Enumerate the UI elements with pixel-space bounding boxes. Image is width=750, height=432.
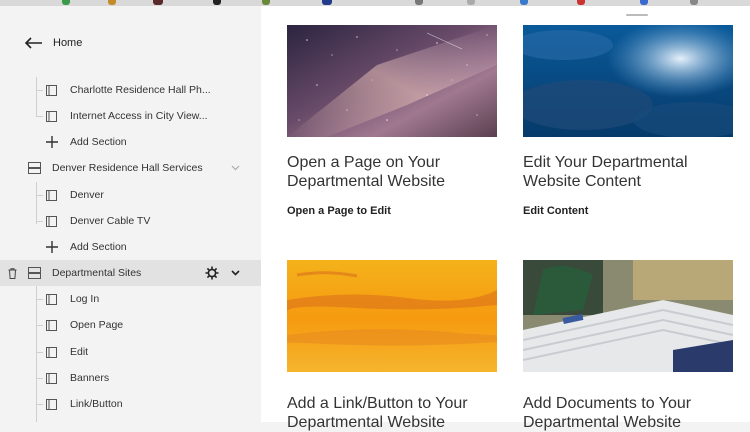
gear-icon[interactable]	[205, 266, 219, 280]
card-title: Open a Page on Your Departmental Website	[287, 154, 445, 190]
sidebar-item-label: Charlotte Residence Hall Ph...	[70, 84, 211, 96]
home-back-link[interactable]: Home	[25, 34, 82, 52]
arrow-left-icon	[25, 37, 42, 49]
sidebar-item-denver-cable-tv[interactable]: Denver Cable TV	[0, 208, 261, 234]
bookmark-icon[interactable]	[62, 0, 70, 5]
sidebar-item-link-button[interactable]: Link/Button	[0, 391, 261, 417]
add-section-label: Add Section	[70, 241, 127, 253]
card-image-milky-way[interactable]	[287, 25, 497, 137]
sidebar-item-label: Link/Button	[70, 398, 123, 410]
bookmark-icon[interactable]	[415, 0, 423, 5]
sidebar-item-label: Denver Cable TV	[70, 215, 151, 227]
chevron-down-icon[interactable]	[231, 165, 240, 171]
page-icon	[46, 85, 57, 96]
page-preview-content: Open a Page on Your Departmental Website…	[261, 6, 750, 431]
bookmark-icon[interactable]	[640, 0, 648, 5]
card-title: Add Documents to Your Departmental Websi…	[523, 395, 692, 431]
section-icon	[28, 267, 41, 279]
sidebar-section-departmental-sites[interactable]: Departmental Sites	[0, 260, 261, 286]
page-icon	[46, 320, 57, 331]
bookmark-icon[interactable]	[262, 0, 270, 5]
bookmark-icon[interactable]	[520, 0, 528, 5]
sidebar-item-denver[interactable]: Denver	[0, 182, 261, 208]
trash-icon[interactable]	[8, 268, 17, 279]
drag-handle[interactable]	[626, 14, 648, 16]
add-section-label: Add Section	[70, 136, 127, 148]
sidebar-item-label: Banners	[70, 372, 110, 384]
edit-content-link[interactable]: Edit Content	[523, 205, 588, 217]
chevron-down-icon[interactable]	[231, 270, 240, 276]
sidebar-section-label: Departmental Sites	[52, 267, 142, 279]
card-image-documents[interactable]	[523, 260, 733, 372]
page-icon	[46, 216, 57, 227]
site-navigation-sidebar: Home Charlotte Residence Hall Ph... Inte…	[0, 6, 261, 422]
sidebar-item-open-page[interactable]: Open Page	[0, 312, 261, 338]
add-section-button[interactable]: Add Section	[0, 129, 261, 155]
card-title: Edit Your Departmental Website Content	[523, 154, 688, 190]
sidebar-item-log-in[interactable]: Log In	[0, 286, 261, 312]
page-icon	[46, 347, 57, 358]
sidebar-item-label: Log In	[70, 293, 100, 305]
page-icon	[46, 373, 57, 384]
sidebar-item-label: Denver	[70, 189, 104, 201]
bookmark-icon[interactable]	[577, 0, 585, 5]
sidebar-section-label: Denver Residence Hall Services	[52, 162, 203, 174]
card-image-blue-sky[interactable]	[523, 25, 733, 137]
sidebar-item-edit[interactable]: Edit	[0, 339, 261, 365]
page-icon	[46, 111, 57, 122]
plus-icon	[46, 136, 58, 148]
sidebar-item-banners[interactable]: Banners	[0, 365, 261, 391]
add-section-button[interactable]: Add Section	[0, 234, 261, 260]
sidebar-item-internet-access[interactable]: Internet Access in City View...	[0, 103, 261, 129]
page-icon	[46, 399, 57, 410]
sidebar-item-label: Internet Access in City View...	[70, 110, 208, 122]
bookmark-icon[interactable]	[467, 0, 475, 5]
bookmark-icon[interactable]	[213, 0, 221, 5]
sidebar-item-label: Edit	[70, 346, 89, 358]
section-icon	[28, 162, 41, 174]
bookmark-icon[interactable]	[690, 0, 698, 5]
sidebar-item-label: Open Page	[70, 319, 124, 331]
plus-icon	[46, 241, 58, 253]
home-label: Home	[53, 37, 83, 49]
bookmark-icon[interactable]	[153, 0, 163, 5]
bookmark-icon[interactable]	[108, 0, 116, 5]
card-image-sunset[interactable]	[287, 260, 497, 372]
sidebar-section-denver-residence-hall[interactable]: Denver Residence Hall Services	[0, 155, 261, 181]
sidebar-item-charlotte-residence-hall[interactable]: Charlotte Residence Hall Ph...	[0, 77, 261, 103]
bookmark-icon[interactable]	[322, 0, 332, 5]
page-icon	[46, 294, 57, 305]
open-page-to-edit-link[interactable]: Open a Page to Edit	[287, 205, 391, 217]
page-icon	[46, 190, 57, 201]
card-title: Add a Link/Button to Your Departmental W…	[287, 395, 468, 431]
